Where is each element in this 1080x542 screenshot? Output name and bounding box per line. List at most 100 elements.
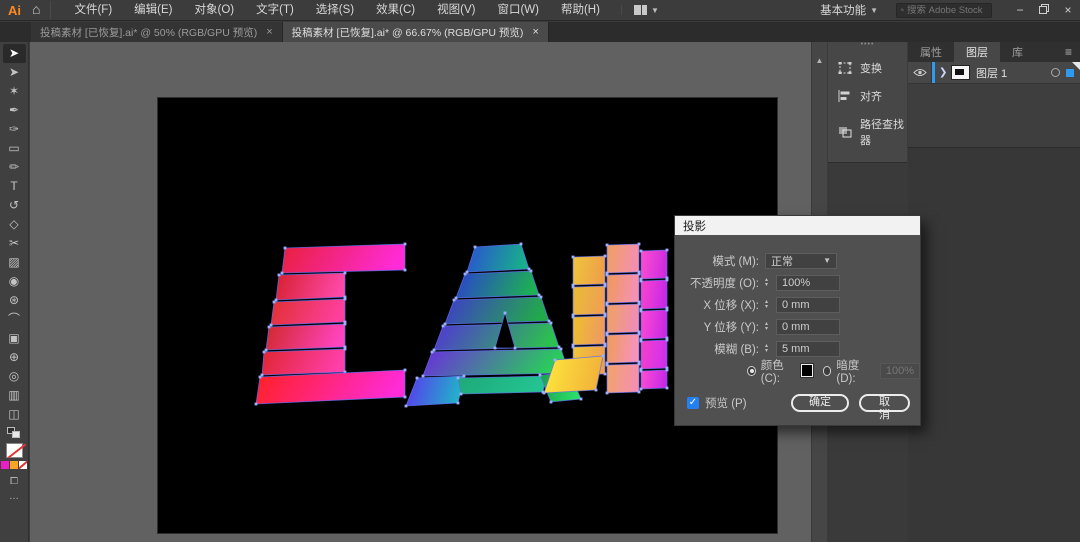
chevron-down-icon: ▼	[651, 6, 659, 15]
x-offset-value: 0 mm	[782, 299, 810, 311]
panel-button-label: 变换	[860, 60, 882, 76]
preview-checkbox[interactable]: ✓	[687, 397, 699, 409]
menu-items: 文件(F)编辑(E)对象(O)文字(T)选择(S)效果(C)视图(V)窗口(W)…	[63, 0, 610, 20]
selection-tool[interactable]: ➤	[3, 44, 26, 63]
tab-close-icon[interactable]: ×	[532, 26, 538, 38]
menu-item[interactable]: 窗口(W)	[486, 0, 550, 20]
panel-tab-属性[interactable]: 属性	[908, 42, 954, 62]
scroll-up-icon[interactable]: ▲	[812, 42, 827, 65]
menu-item[interactable]: 选择(S)	[305, 0, 365, 20]
artboard-tool[interactable]: ▣	[3, 329, 26, 348]
layer-selected-bar	[932, 62, 935, 83]
paintbrush-tool[interactable]: ✏	[3, 158, 26, 177]
arrange-documents-control[interactable]: ▼	[621, 5, 659, 15]
rectangle-tool[interactable]: ▭	[3, 139, 26, 158]
type-tool[interactable]: T	[3, 177, 26, 196]
menu-item[interactable]: 文件(F)	[63, 0, 123, 20]
graph-tool[interactable]: ▥	[3, 386, 26, 405]
panel-button-transform[interactable]: 变换	[828, 54, 907, 82]
blur-stepper[interactable]: ▴▾	[765, 344, 774, 354]
menu-item[interactable]: 帮助(H)	[550, 0, 611, 20]
darkness-label: 暗度 (D):	[836, 357, 874, 385]
right-dock: 属性图层库 ≡ ❯ 图层 1	[908, 42, 1080, 542]
menu-item[interactable]: 视图(V)	[426, 0, 486, 20]
restore-button[interactable]	[1032, 3, 1056, 17]
x-offset-stepper[interactable]: ▴▾	[765, 300, 774, 310]
chevron-down-icon: ▼	[823, 256, 831, 265]
rotate-tool[interactable]: ↺	[3, 196, 26, 215]
menu-item[interactable]: 对象(O)	[184, 0, 246, 20]
minimize-button[interactable]: −	[1008, 3, 1032, 17]
direct-selection-tool[interactable]: ➤	[3, 63, 26, 82]
darkness-field: 100%	[880, 363, 920, 379]
panel-button-label: 对齐	[860, 88, 882, 104]
swap-fill-stroke-icon[interactable]	[7, 427, 21, 438]
eraser-tool[interactable]: ◇	[3, 215, 26, 234]
restore-icon	[1039, 4, 1049, 14]
x-offset-field[interactable]: 0 mm	[776, 297, 840, 313]
layer-name[interactable]: 图层 1	[976, 65, 1051, 81]
workspace-switcher[interactable]: 基本功能 ▼	[820, 2, 878, 18]
layer-target-icon[interactable]	[1051, 68, 1060, 77]
opacity-field[interactable]: 100%	[776, 275, 840, 291]
panel-button-label: 路径查找器	[860, 116, 907, 148]
gradient-tool[interactable]: ▨	[3, 253, 26, 272]
dialog-title[interactable]: 投影	[675, 216, 920, 235]
chevron-down-icon: ▼	[870, 6, 878, 15]
panel-tab-库[interactable]: 库	[1000, 42, 1035, 62]
zoom-tool[interactable]: ◎	[3, 367, 26, 386]
darkness-radio[interactable]	[823, 366, 832, 376]
search-input[interactable]	[907, 5, 987, 16]
stock-search-box[interactable]	[896, 3, 992, 18]
opacity-stepper[interactable]: ▴▾	[765, 278, 774, 288]
eyedropper-tool[interactable]: ◉	[3, 272, 26, 291]
y-offset-field[interactable]: 0 mm	[776, 319, 840, 335]
layer-thumbnail[interactable]	[951, 65, 970, 80]
rotate-view-tool[interactable]: ⊕	[3, 348, 26, 367]
color-radio[interactable]	[747, 366, 756, 376]
panel-button-align[interactable]: 对齐	[828, 82, 907, 110]
home-icon[interactable]: ⌂	[30, 1, 51, 19]
tools-panel: ➤➤✶✒✑▭✏T↺◇✂▨◉⊛⌒▣⊕◎▥◫ ⧠ …	[0, 42, 29, 542]
swatch-none[interactable]	[19, 461, 27, 469]
y-offset-stepper[interactable]: ▴▾	[765, 322, 774, 332]
blend-tool[interactable]: ⊛	[3, 291, 26, 310]
fill-none-indicator[interactable]	[6, 443, 23, 458]
panel-menu-icon[interactable]: ≡	[1065, 42, 1080, 62]
mode-dropdown[interactable]: 正常 ▼	[765, 253, 837, 269]
tab-close-icon[interactable]: ×	[266, 26, 272, 38]
shadow-color-swatch[interactable]	[801, 364, 812, 377]
curvature-tool[interactable]: ✑	[3, 120, 26, 139]
layer-visibility-toggle[interactable]	[908, 62, 932, 83]
pen-tool[interactable]: ✒	[3, 101, 26, 120]
search-icon	[901, 5, 904, 15]
opacity-value: 100%	[782, 277, 810, 289]
blur-field[interactable]: 5 mm	[776, 341, 840, 357]
document-tab-label: 投稿素材 [已恢复].ai* @ 50% (RGB/GPU 预览)	[40, 25, 257, 40]
panel-tab-图层[interactable]: 图层	[954, 42, 1000, 62]
illustrator-logo[interactable]: Ai	[0, 3, 30, 18]
document-tab[interactable]: 投稿素材 [已恢复].ai* @ 50% (RGB/GPU 预览) ×	[31, 22, 283, 42]
menu-item[interactable]: 效果(C)	[365, 0, 426, 20]
close-button[interactable]: ×	[1056, 3, 1080, 17]
layer-row[interactable]: ❯ 图层 1	[908, 62, 1080, 84]
panel-button-pathfinder[interactable]: 路径查找器	[828, 110, 907, 154]
menu-bar: Ai ⌂ 文件(F)编辑(E)对象(O)文字(T)选择(S)效果(C)视图(V)…	[0, 0, 1080, 21]
ok-button[interactable]: 确定	[791, 394, 849, 412]
mode-value: 正常	[771, 253, 793, 269]
magic-wand-tool[interactable]: ✶	[3, 82, 26, 101]
menu-item[interactable]: 文字(T)	[245, 0, 305, 20]
document-tab[interactable]: 投稿素材 [已恢复].ai* @ 66.67% (RGB/GPU 预览)×	[283, 22, 549, 42]
blur-value: 5 mm	[782, 343, 810, 355]
scissors-tool[interactable]: ✂	[3, 234, 26, 253]
dock-drag-handle[interactable]: ••••	[828, 42, 907, 50]
arc-tool[interactable]: ⌒	[3, 310, 26, 329]
shape-builder-tool[interactable]: ◫	[3, 405, 26, 424]
menu-item[interactable]: 编辑(E)	[123, 0, 183, 20]
layer-expander-icon[interactable]: ❯	[939, 67, 951, 78]
more-tools-button[interactable]: …	[9, 489, 19, 504]
swatch-magenta[interactable]	[1, 461, 9, 469]
cancel-button[interactable]: 取消	[859, 394, 910, 412]
draw-mode-icon[interactable]: ⧠	[10, 474, 18, 489]
swatch-orange[interactable]	[10, 461, 18, 469]
